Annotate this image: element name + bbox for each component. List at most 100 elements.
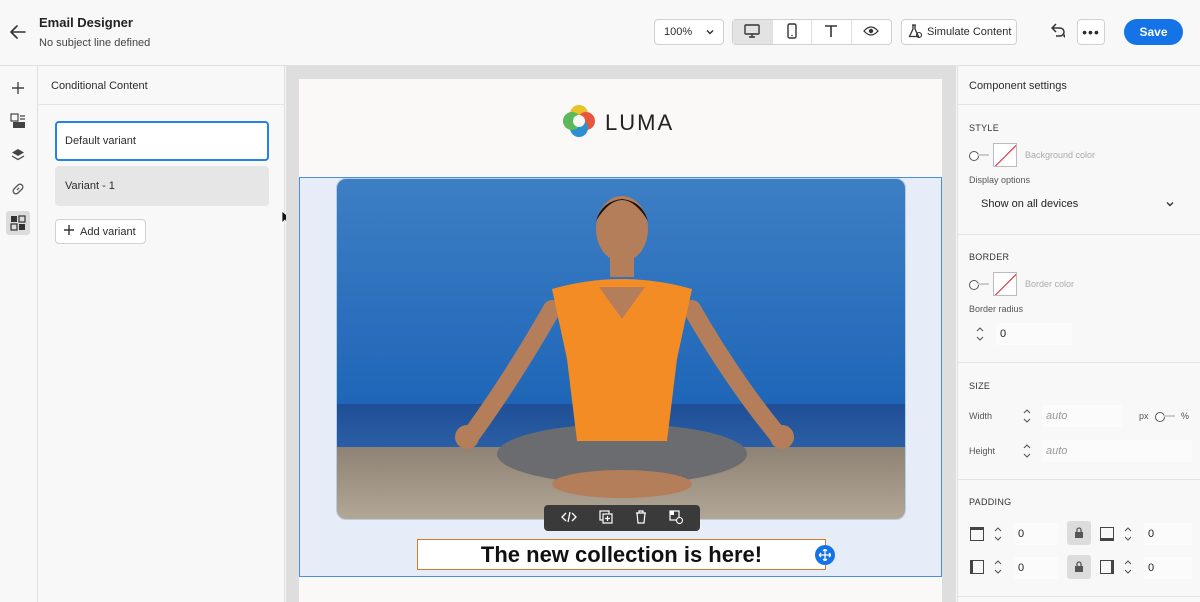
- email-body: LUMA The new collection is here!: [299, 79, 942, 602]
- border-section-header: BORDER: [969, 252, 1010, 262]
- page-title: Email Designer: [39, 15, 133, 30]
- padding-lock-icon[interactable]: [1067, 521, 1091, 545]
- divider: [958, 104, 1200, 105]
- padding-top-stepper[interactable]: [991, 522, 1005, 546]
- padding-lock-icon[interactable]: [1067, 555, 1091, 579]
- unit-px-label: px: [1139, 411, 1149, 421]
- size-section-header: SIZE: [969, 381, 991, 391]
- border-color-toggle[interactable]: [969, 280, 989, 290]
- padding-bottom-stepper[interactable]: [1121, 522, 1135, 546]
- variant-label: Default variant: [65, 135, 136, 147]
- conditional-content-icon[interactable]: [6, 211, 30, 235]
- link-icon[interactable]: [6, 177, 30, 201]
- luma-logo-icon: [561, 103, 597, 142]
- desktop-view-button[interactable]: [733, 20, 773, 44]
- left-tool-rail: [0, 66, 38, 602]
- panel-title: Conditional Content: [51, 80, 148, 92]
- preview-mode-toolbar: [732, 19, 892, 45]
- border-radius-stepper[interactable]: [973, 322, 987, 346]
- padding-right-input[interactable]: 0: [1144, 557, 1192, 579]
- padding-left-stepper[interactable]: [991, 555, 1005, 579]
- padding-right-stepper[interactable]: [1121, 555, 1135, 579]
- height-stepper[interactable]: [1020, 439, 1034, 463]
- ellipsis-icon: •••: [1082, 24, 1100, 40]
- add-variant-label: Add variant: [80, 225, 136, 238]
- background-color-toggle[interactable]: [969, 151, 989, 161]
- variant-label: Variant - 1: [65, 180, 115, 192]
- chevron-down-icon: [1165, 199, 1175, 212]
- preview-button[interactable]: [852, 20, 891, 44]
- height-input[interactable]: auto: [1042, 440, 1192, 462]
- width-stepper[interactable]: [1020, 404, 1034, 428]
- padding-section-header: PADDING: [969, 497, 1012, 507]
- image-layout-icon[interactable]: [6, 109, 30, 133]
- zoom-value: 100%: [664, 26, 693, 38]
- plus-icon: [64, 225, 74, 238]
- padding-left-icon: [970, 560, 984, 574]
- variant-1[interactable]: Variant - 1: [55, 166, 269, 206]
- hero-image[interactable]: [336, 178, 906, 520]
- selected-component[interactable]: The new collection is here!: [299, 177, 942, 577]
- component-toolbar: [544, 505, 700, 531]
- padding-right-icon: [1100, 560, 1114, 574]
- headline-text-block[interactable]: The new collection is here!: [417, 539, 826, 570]
- mobile-icon: [787, 22, 797, 42]
- email-canvas: LUMA The new collection is here!: [286, 66, 956, 602]
- text-view-button[interactable]: [812, 20, 852, 44]
- background-color-label: Background color: [1025, 150, 1096, 160]
- simulate-content-button[interactable]: Simulate Content: [901, 19, 1017, 45]
- more-options-button[interactable]: •••: [1077, 19, 1105, 45]
- unit-percent-label: %: [1181, 411, 1190, 421]
- divider: [958, 234, 1200, 235]
- plus-icon[interactable]: [6, 76, 30, 100]
- style-section-header: STYLE: [969, 123, 1000, 133]
- back-arrow-icon[interactable]: [8, 22, 28, 42]
- subject-line-status: No subject line defined: [39, 37, 151, 49]
- text-icon: [824, 24, 838, 41]
- headline-text[interactable]: The new collection is here!: [481, 542, 762, 568]
- display-options-value: Show on all devices: [981, 198, 1079, 210]
- component-settings-panel: Component settings STYLE Background colo…: [957, 66, 1200, 602]
- luma-logo[interactable]: LUMA: [561, 103, 674, 142]
- display-options-label: Display options: [969, 175, 1031, 185]
- divider: [39, 104, 285, 105]
- save-fragment-icon[interactable]: [669, 509, 684, 527]
- height-label: Height: [969, 446, 996, 456]
- variant-default[interactable]: Default variant: [55, 121, 269, 161]
- border-color-control: Border color: [969, 272, 1074, 296]
- display-options-select[interactable]: Show on all devices: [969, 193, 1181, 215]
- padding-bottom-icon: [1100, 527, 1114, 541]
- divider: [958, 362, 1200, 363]
- width-input[interactable]: auto: [1042, 405, 1122, 427]
- undo-icon: [1049, 22, 1067, 42]
- eye-icon: [863, 25, 880, 40]
- undo-button[interactable]: [1047, 22, 1069, 42]
- border-color-swatch[interactable]: [993, 272, 1017, 296]
- mobile-view-button[interactable]: [773, 20, 812, 44]
- unit-toggle[interactable]: [1155, 412, 1175, 422]
- flask-icon: [908, 23, 923, 41]
- trash-icon[interactable]: [635, 509, 647, 527]
- border-radius-input[interactable]: 0: [996, 323, 1072, 345]
- border-color-label: Border color: [1025, 279, 1075, 289]
- conditional-content-panel: Conditional Content Default variant Vari…: [39, 66, 285, 602]
- border-radius-label: Border radius: [969, 304, 1024, 314]
- padding-left-input[interactable]: 0: [1014, 557, 1058, 579]
- panel-title: Component settings: [969, 80, 1067, 92]
- desktop-icon: [744, 23, 760, 41]
- move-icon[interactable]: [815, 545, 835, 565]
- padding-top-input[interactable]: 0: [1014, 523, 1058, 545]
- divider: [958, 596, 1200, 597]
- code-icon[interactable]: [561, 510, 577, 527]
- zoom-select[interactable]: 100%: [654, 19, 724, 45]
- background-color-swatch[interactable]: [993, 143, 1017, 167]
- padding-bottom-input[interactable]: 0: [1144, 523, 1192, 545]
- width-label: Width: [969, 411, 993, 421]
- duplicate-icon[interactable]: [599, 509, 613, 527]
- padding-top-icon: [970, 527, 984, 541]
- background-color-control: Background color: [969, 143, 1095, 167]
- add-variant-button[interactable]: Add variant: [55, 219, 146, 244]
- logo-text: LUMA: [605, 109, 675, 135]
- save-button[interactable]: Save: [1124, 19, 1183, 45]
- layers-icon[interactable]: [6, 143, 30, 167]
